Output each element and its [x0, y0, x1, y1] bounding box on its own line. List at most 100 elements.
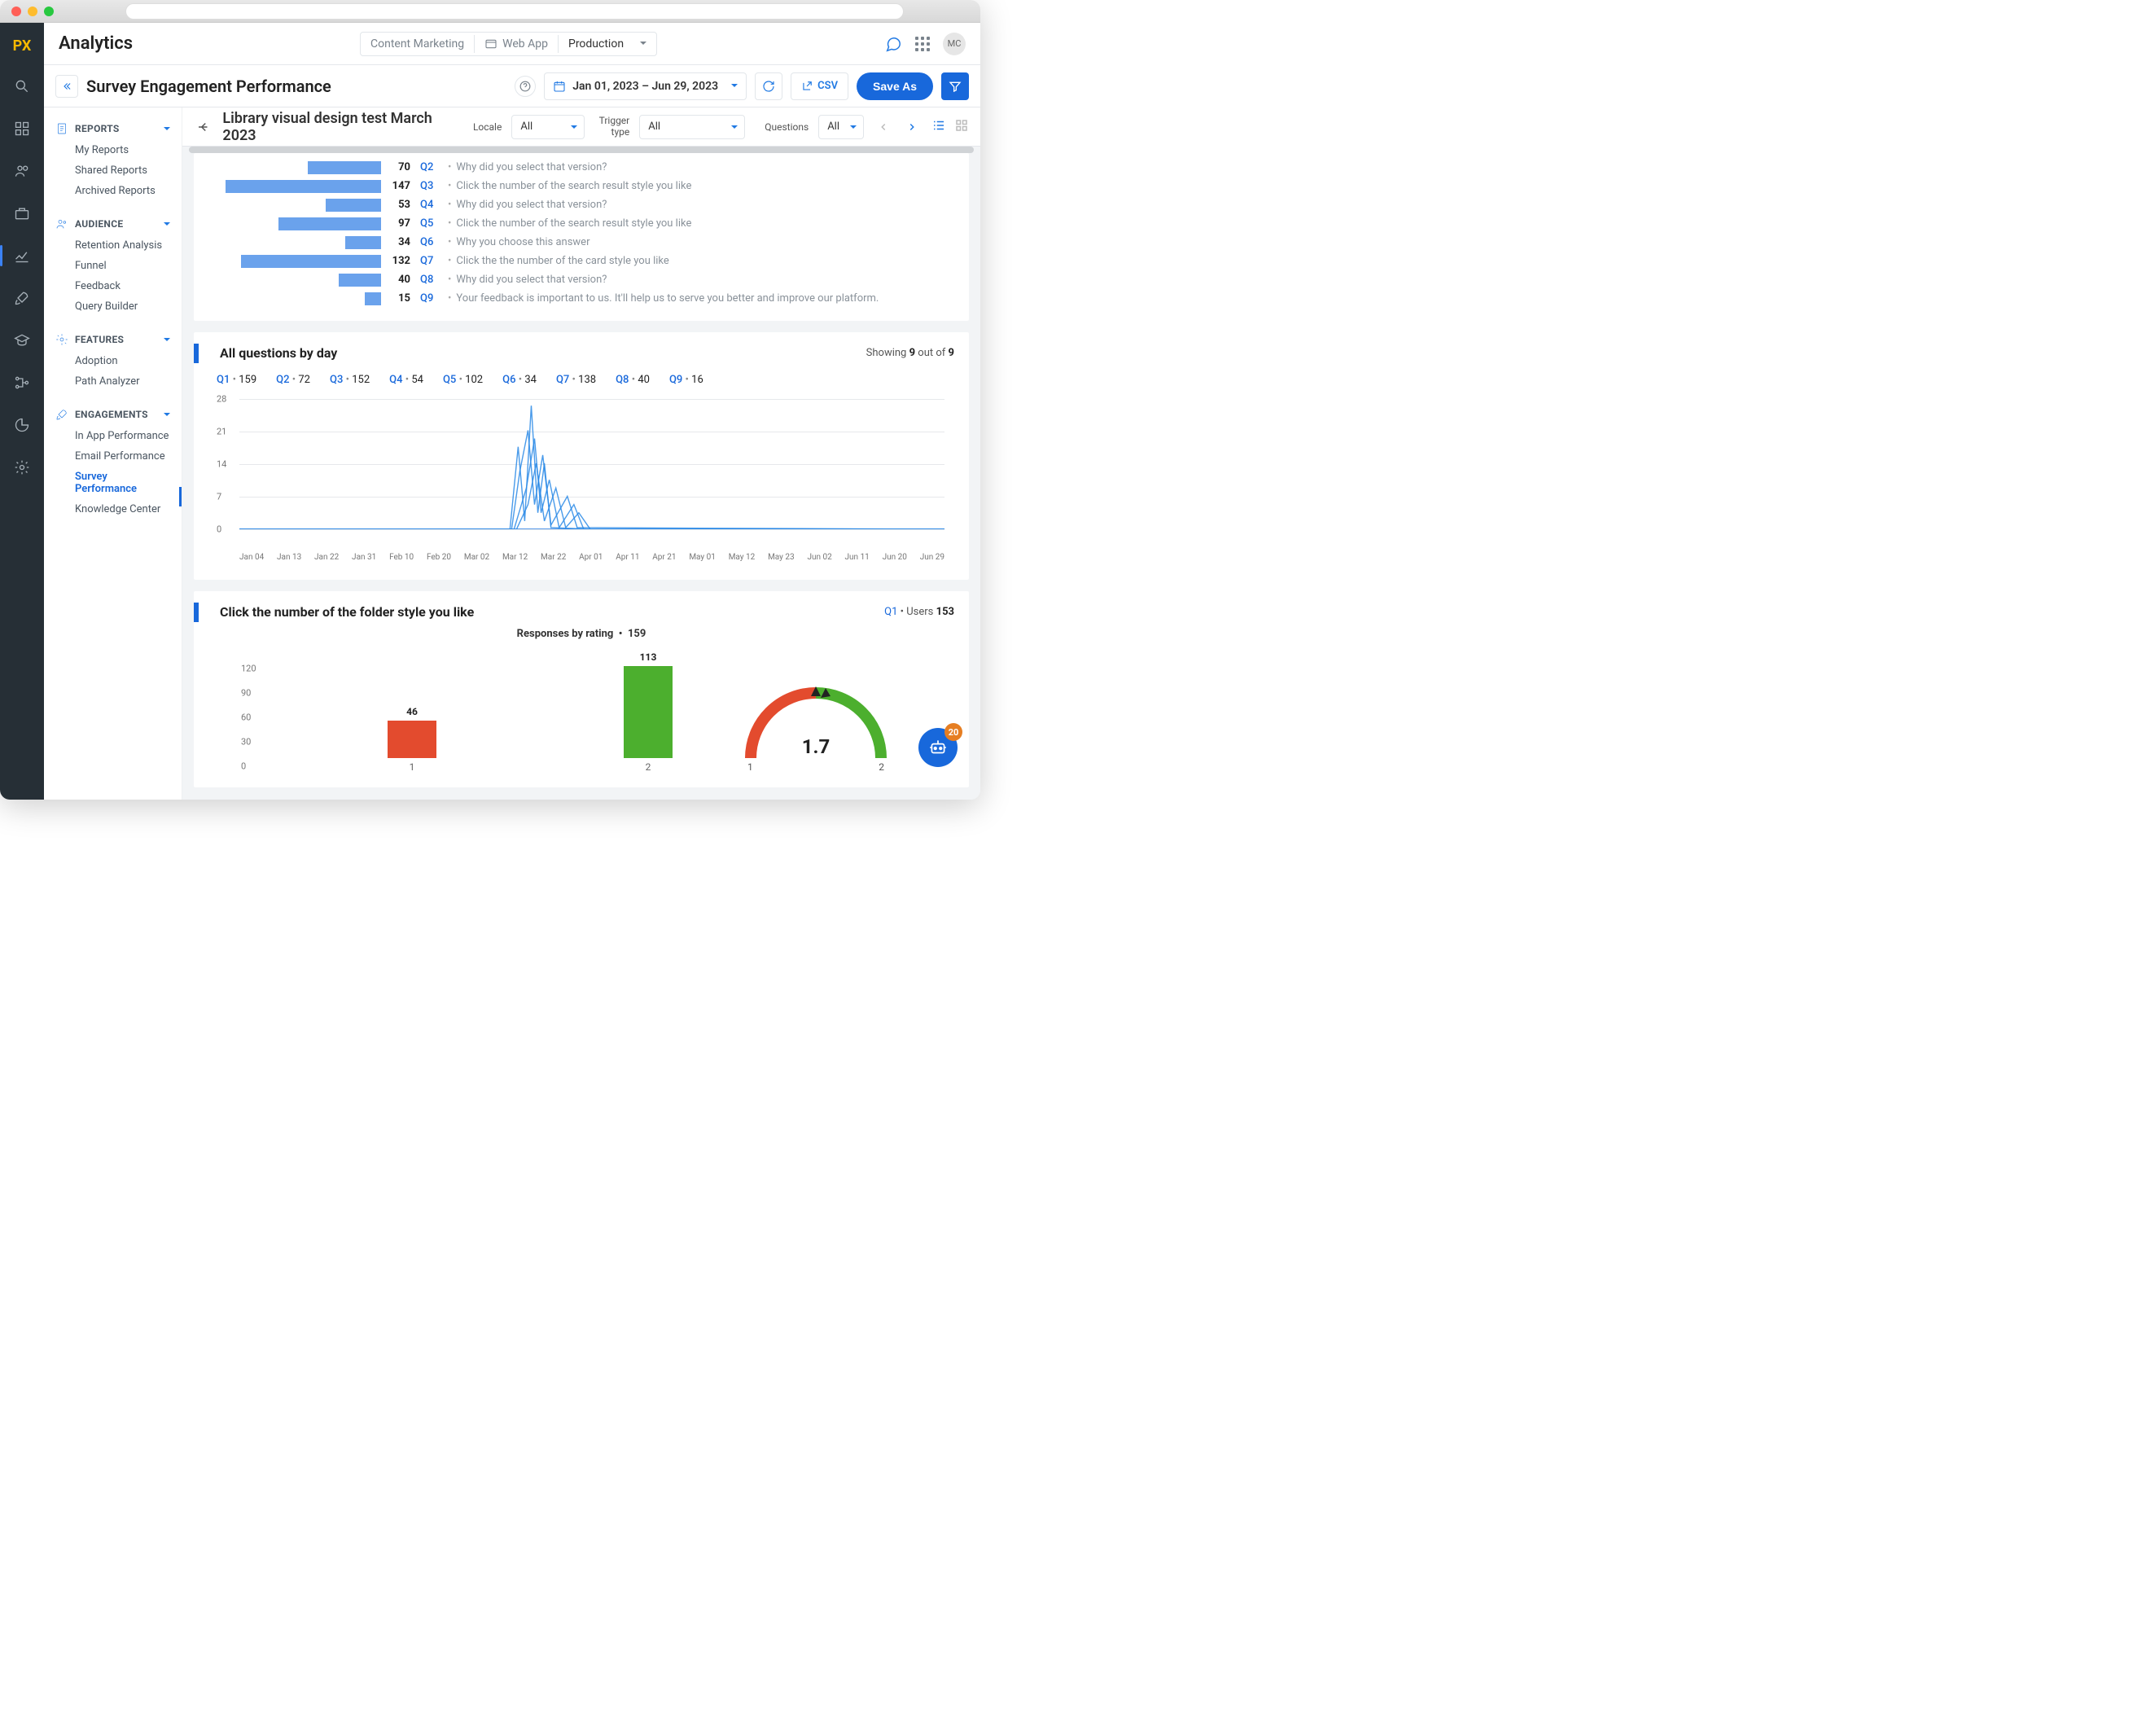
line-chart-legend: Q1 • 159Q2 • 72Q3 • 152Q4 • 54Q5 • 102Q6…	[208, 369, 954, 397]
legend-tag[interactable]: Q1	[217, 374, 230, 386]
context-product[interactable]: Content Marketing	[361, 33, 474, 55]
legend-tag[interactable]: Q5	[443, 374, 456, 386]
sidebar-group-reports[interactable]: REPORTS	[55, 119, 170, 138]
date-range-picker[interactable]: Jan 01, 2023 – Jun 29, 2023	[544, 72, 747, 100]
response-bar	[624, 666, 673, 758]
gauge-value: 1.7	[734, 735, 897, 758]
list-view-icon[interactable]	[931, 118, 946, 136]
sidebar-item[interactable]: Funnel	[75, 257, 170, 274]
maximize-window-dot[interactable]	[44, 7, 54, 16]
sidebar-item[interactable]: Feedback	[75, 278, 170, 295]
rail-analytics-icon[interactable]	[0, 237, 44, 274]
sidebar-item[interactable]: Retention Analysis	[75, 237, 170, 254]
question-tag[interactable]: Q5	[420, 217, 443, 230]
question-value: 40	[388, 274, 420, 286]
question-value: 34	[388, 236, 420, 248]
question-tag[interactable]: Q4	[420, 199, 443, 211]
sidebar-group-audience[interactable]: AUDIENCE	[55, 214, 170, 234]
question-tag[interactable]: Q6	[420, 236, 443, 248]
question-text: Click the number of the search result st…	[456, 217, 691, 230]
question-text: Your feedback is important to us. It'll …	[456, 292, 879, 305]
legend-count: 102	[465, 374, 483, 386]
question-bar	[226, 180, 381, 193]
question-tag[interactable]: Q3	[420, 180, 443, 192]
sidebar-group-engagements[interactable]: ENGAGEMENTS	[55, 405, 170, 424]
survey-title: Library visual design test March 2023	[222, 110, 463, 144]
minimize-window-dot[interactable]	[28, 7, 37, 16]
avatar[interactable]: MC	[943, 33, 966, 55]
sidebar-item[interactable]: My Reports	[75, 142, 170, 159]
chat-icon[interactable]	[884, 35, 902, 53]
export-csv-button[interactable]: CSV	[791, 72, 848, 100]
question-text: Click the the number of the card style y…	[456, 255, 668, 267]
rail-briefcase-icon[interactable]	[0, 195, 44, 232]
folder-style-panel: Click the number of the folder style you…	[194, 591, 969, 787]
context-channel[interactable]: Web App	[475, 33, 558, 55]
locale-select[interactable]: All	[511, 115, 585, 139]
question-tag[interactable]: Q8	[420, 274, 443, 286]
legend-tag[interactable]: Q8	[616, 374, 629, 386]
prev-button[interactable]	[874, 117, 892, 137]
context-environment[interactable]: Production	[559, 33, 656, 55]
sidebar-item[interactable]: Survey Performance	[75, 468, 170, 498]
question-row: 132 Q7 • Click the the number of the car…	[208, 252, 954, 270]
responses-bar-chart: Responses by rating • 159 03060901204611…	[241, 636, 922, 774]
grid-view-icon[interactable]	[954, 118, 969, 136]
chatbot-button[interactable]: 20	[918, 728, 958, 767]
legend-tag[interactable]: Q3	[330, 374, 343, 386]
sidebar-item[interactable]: Email Performance	[75, 448, 170, 465]
question-bar	[308, 161, 381, 174]
legend-tag[interactable]: Q7	[556, 374, 569, 386]
refresh-button[interactable]	[755, 72, 782, 100]
trigger-select[interactable]: All	[639, 115, 745, 139]
sidebar-item[interactable]: Knowledge Center	[75, 501, 170, 518]
question-text: Why did you select that version?	[456, 199, 607, 211]
horizontal-scrollbar[interactable]	[189, 147, 974, 153]
sidebar-item[interactable]: In App Performance	[75, 427, 170, 445]
collapse-sidebar-button[interactable]	[55, 75, 78, 98]
legend-count: 138	[578, 374, 596, 386]
question-text: Why you choose this answer	[456, 236, 589, 248]
browser-url-bar[interactable]	[125, 3, 904, 20]
save-as-button[interactable]: Save As	[857, 72, 933, 100]
legend-tag[interactable]: Q4	[389, 374, 402, 386]
sidebar-group-features[interactable]: FEATURES	[55, 330, 170, 349]
close-window-dot[interactable]	[11, 7, 21, 16]
sidebar-item[interactable]: Adoption	[75, 353, 170, 370]
help-icon[interactable]	[515, 76, 536, 97]
question-value: 70	[388, 161, 420, 173]
question-bar	[345, 236, 381, 249]
question-value: 147	[388, 180, 420, 192]
filter-button[interactable]	[941, 72, 969, 100]
next-button[interactable]	[903, 117, 922, 137]
legend-tag[interactable]: Q2	[276, 374, 289, 386]
chatbot-badge: 20	[944, 723, 962, 741]
rail-academy-icon[interactable]	[0, 322, 44, 359]
apps-grid-icon[interactable]	[915, 37, 930, 51]
rail-search-icon[interactable]	[0, 68, 44, 105]
trigger-label: Trigger type	[594, 116, 629, 137]
question-tag[interactable]: Q7	[420, 255, 443, 267]
sidebar-item[interactable]: Query Builder	[75, 298, 170, 315]
legend-tag[interactable]: Q6	[502, 374, 515, 386]
left-rail: PX	[0, 23, 44, 800]
rail-rocket-icon[interactable]	[0, 279, 44, 317]
active-marker	[179, 487, 182, 506]
sidebar-item[interactable]: Archived Reports	[75, 182, 170, 199]
legend-tag[interactable]: Q9	[669, 374, 682, 386]
sidebar-item[interactable]: Path Analyzer	[75, 373, 170, 390]
question-tag[interactable]: Q2	[420, 161, 443, 173]
sidebar-item[interactable]: Shared Reports	[75, 162, 170, 179]
rail-dashboard-icon[interactable]	[0, 110, 44, 147]
back-button[interactable]	[194, 117, 213, 137]
rail-users-icon[interactable]	[0, 152, 44, 190]
brand-title: Analytics	[59, 33, 133, 54]
rail-flow-icon[interactable]	[0, 364, 44, 401]
question-tag[interactable]: Q9	[420, 292, 443, 305]
content-area: Library visual design test March 2023 Lo…	[182, 107, 980, 800]
chevron-down-icon	[164, 338, 170, 344]
rail-settings-icon[interactable]	[0, 449, 44, 486]
rail-pie-icon[interactable]	[0, 406, 44, 444]
questions-select[interactable]: All	[818, 115, 864, 139]
line-chart: 07142128Jan 04Jan 13Jan 22Jan 31Feb 10Fe…	[217, 397, 946, 544]
